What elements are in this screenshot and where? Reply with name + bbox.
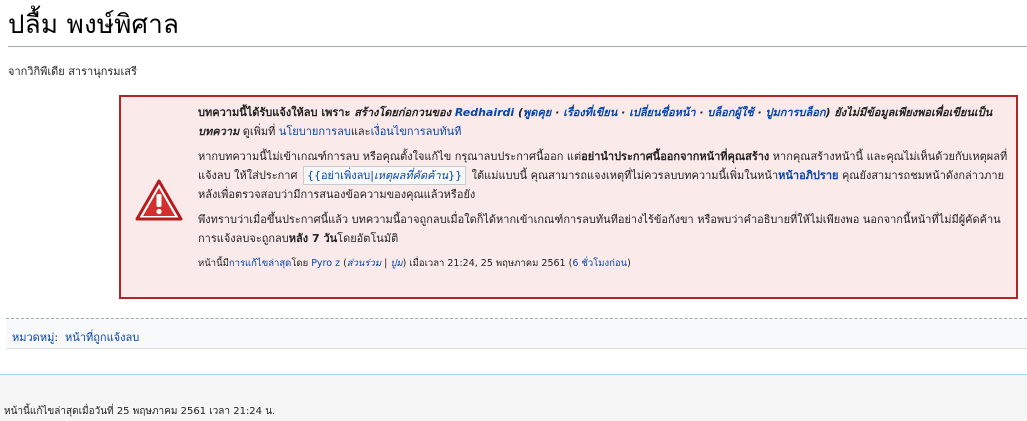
editor-user-link[interactable]: Pyro z — [311, 258, 340, 269]
editor-log-link[interactable]: ปูม — [390, 258, 402, 269]
separator: · — [695, 106, 708, 119]
notice-reason-lead: บทความนี้ได้รับแจ้งให้ลบ เพราะ — [198, 106, 355, 119]
category-item-link[interactable]: หน้าที่ถูกแจ้งลบ — [65, 331, 139, 344]
do-not-remove-warning: อย่านำประกาศนี้ออกจากหน้าที่คุณสร้าง — [581, 150, 770, 163]
category-divider — [6, 318, 1027, 319]
user-block-link[interactable]: บล็อกผู้ใช้ — [707, 106, 753, 119]
title-divider — [8, 46, 1027, 47]
see-also-text: ดูเพิ่มที่ — [239, 125, 279, 138]
categories-link[interactable]: หมวดหมู่ — [12, 331, 54, 344]
creator-user-link[interactable]: Redhairdi — [455, 106, 514, 119]
block-log-link[interactable]: ปูมการบล็อก — [766, 106, 826, 119]
by-text: โดย — [291, 258, 312, 269]
editor-contribs-link[interactable]: ส่วนร่วม — [347, 258, 381, 269]
edit-age-link[interactable]: 6 ชั่วโมงก่อน — [572, 258, 627, 269]
notice-reason-text: สร้างโดยก่อกวนของ — [354, 106, 455, 119]
notice-timing-paragraph: พึงทราบว่าเมื่อขึ้นประกาศนี้แล้ว บทความน… — [198, 210, 1008, 248]
separator: · — [753, 106, 766, 119]
footer-lastmod: หน้านี้แก้ไขล่าสุดเมื่อวันที่ 25 พฤษภาคม… — [4, 406, 276, 417]
user-contribs-link[interactable]: เรื่องที่เขียน — [563, 106, 617, 119]
objection-reason-param: เหตุผลที่คัดค้าน — [374, 169, 449, 182]
edit-timestamp: เมื่อเวลา 21:24, 25 พฤษภาคม 2561 ( — [406, 258, 573, 269]
category-colon: : — [54, 331, 59, 344]
separator: · — [617, 106, 630, 119]
category-bar: หมวดหมู่: หน้าที่ถูกแจ้งลบ — [6, 318, 1027, 349]
paren-close: ) — [825, 106, 835, 119]
talk-page-link[interactable]: หน้าอภิปราย — [778, 169, 838, 182]
content-area: ปลื้ม พงษ์พิศาล จากวิกิพีเดีย สารานุกรมเ… — [0, 0, 1027, 374]
hangon-template-link[interactable]: อย่าเพิ่งลบ — [321, 169, 370, 182]
instructions-text: หากบทความนี้ไม่เข้าเกณฑ์การลบ หรือคุณตั้… — [198, 150, 582, 163]
notice-text: บทความนี้ได้รับแจ้งให้ลบ เพราะ สร้างโดยก… — [198, 103, 1008, 279]
paren-open: ( — [340, 258, 347, 269]
paren-open: ( — [514, 106, 524, 119]
brace-open: {{ — [306, 169, 321, 182]
instructions-text-3: ใต้แม่แบบนี้ คุณสามารถแจงเหตุที่ไม่ควรลบ… — [468, 169, 779, 182]
user-rename-link[interactable]: เปลี่ยนชื่อหน้า — [629, 106, 695, 119]
user-talk-link[interactable]: พูดคุย — [523, 106, 551, 119]
last-edit-lead: หน้านี้มี — [198, 258, 229, 269]
speedy-criteria-link[interactable]: เงื่อนไขการลบทันที — [371, 125, 462, 138]
last-edit-line: หน้านี้มีการแก้ไขล่าสุดโดย Pyro z (ส่วนร… — [198, 254, 1008, 273]
deletion-policy-link[interactable]: นโยบายการลบ — [279, 125, 351, 138]
hangon-template-code: {{อย่าเพิ่งลบ|เหตุผลที่คัดค้าน}} — [302, 166, 467, 185]
timing-text-end: โดยอัตโนมัติ — [337, 232, 399, 245]
warning-triangle-icon — [135, 179, 183, 221]
deletion-notice-box: บทความนี้ได้รับแจ้งให้ลบ เพราะ สร้างโดยก… — [119, 95, 1018, 299]
notice-reason-paragraph: บทความนี้ได้รับแจ้งให้ลบ เพราะ สร้างโดยก… — [198, 103, 1008, 141]
and-text: และ — [350, 125, 371, 138]
brace-close: }} — [448, 169, 463, 182]
notice-instructions-paragraph: หากบทความนี้ไม่เข้าเกณฑ์การลบ หรือคุณตั้… — [198, 147, 1008, 204]
page-title: ปลื้ม พงษ์พิศาล — [8, 10, 180, 40]
seven-days-text: หลัง 7 วัน — [288, 232, 338, 245]
separator: | — [381, 258, 391, 269]
footer-divider — [0, 374, 1027, 375]
paren-close: ) — [627, 258, 631, 269]
site-tagline: จากวิกิพีเดีย สารานุกรมเสรี — [8, 65, 137, 78]
separator: · — [551, 106, 564, 119]
last-edit-link[interactable]: การแก้ไขล่าสุด — [229, 258, 291, 269]
category-label: หมวดหมู่: หน้าที่ถูกแจ้งลบ — [12, 328, 139, 346]
